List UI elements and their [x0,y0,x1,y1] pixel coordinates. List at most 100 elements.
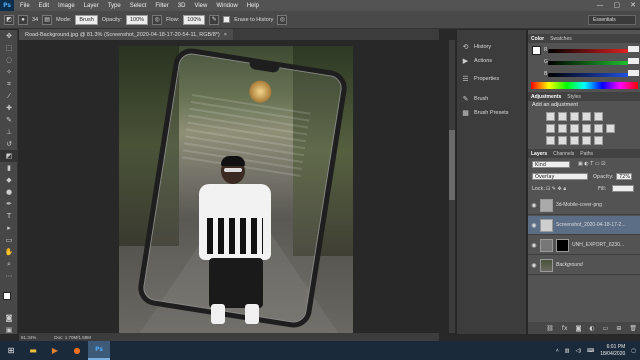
move-tool-icon[interactable]: ✥ [0,30,18,42]
brightness-contrast-icon[interactable] [546,112,555,121]
levels-icon[interactable] [558,112,567,121]
gradient-map-icon[interactable] [582,136,591,145]
layer-name[interactable]: UNH_EXPORT_6230... [572,242,624,248]
menu-filter[interactable]: Filter [155,3,168,9]
layer-filter-icons[interactable]: ▣ ◐ T ▭ ⊡ [578,161,605,167]
layer-row-mobile-cover[interactable]: ◉ 3d-Mobile-cover-png [528,196,640,215]
layer-name[interactable]: Screenshot_2020-04-18-17-2... [556,222,626,228]
color-balance-icon[interactable] [558,124,567,133]
clone-stamp-tool-icon[interactable]: ⊥ [0,126,18,138]
layer-name[interactable]: 3d-Mobile-cover-png [556,202,602,208]
properties-panel-button[interactable]: ☰ Properties [457,72,527,86]
pen-tool-icon[interactable]: ✒ [0,198,18,210]
brush-presets-panel-button[interactable]: ▦ Brush Presets [457,106,527,120]
brush-tool-icon[interactable]: ✎ [0,114,18,126]
clock[interactable]: 6:01 PM 18/04/2020 [600,344,625,358]
pressure-opacity-icon[interactable]: ◎ [152,14,163,25]
pressure-size-icon[interactable]: ◎ [277,14,288,25]
document-tab[interactable]: Road-Background.jpg @ 81.3% (Screenshot_… [19,29,233,40]
file-explorer-icon[interactable]: ▬ [22,341,44,360]
selective-color-icon[interactable] [594,136,603,145]
flow-input[interactable]: 100% [183,14,206,25]
threshold-icon[interactable] [570,136,579,145]
menu-image[interactable]: Image [58,3,75,9]
erase-to-history-checkbox[interactable] [223,16,231,23]
mode-select[interactable]: Brush [75,14,98,25]
curves-icon[interactable] [570,112,579,121]
brush-preset-picker-icon[interactable]: ● [18,14,28,25]
menu-3d[interactable]: 3D [178,3,186,9]
firefox-icon[interactable]: ● [66,341,88,360]
opacity-input[interactable]: 100% [125,14,149,25]
vibrance-icon[interactable] [594,112,603,121]
hue-saturation-icon[interactable] [546,124,555,133]
marquee-tool-icon[interactable]: ⬚ [0,42,18,54]
foreground-color-swatch[interactable] [3,292,11,300]
blue-channel-slider[interactable] [548,73,628,77]
dodge-tool-icon[interactable]: ● [0,186,18,198]
visibility-eye-icon[interactable]: ◉ [528,202,540,209]
notifications-icon[interactable]: ▢ [631,348,636,354]
gradient-tool-icon[interactable]: ▮ [0,162,18,174]
red-channel-value[interactable] [628,46,639,52]
layer-mask-thumbnail[interactable] [556,238,569,252]
layer-row-unh-export[interactable]: ◉ UNH_EXPORT_6230... [528,236,640,255]
type-tool-icon[interactable]: T [0,210,18,222]
maximize-icon[interactable]: ▢ [614,1,621,9]
tab-channels[interactable]: Channels [553,151,574,157]
new-group-icon[interactable]: ▭ [603,325,609,332]
menu-file[interactable]: File [20,3,30,9]
start-icon[interactable]: ⊞ [0,341,22,360]
zoom-tool-icon[interactable]: ⌕ [0,258,18,270]
brush-panel-button[interactable]: ✎ Brush [457,92,527,106]
path-selection-tool-icon[interactable]: ▸ [0,222,18,234]
blend-mode-select[interactable]: Overlay [532,173,588,180]
red-channel-slider[interactable] [548,49,628,53]
quick-mask-icon[interactable]: ◙ [0,312,18,324]
layer-row-screenshot[interactable]: ◉ Screenshot_2020-04-18-17-2... [528,216,640,235]
minimize-icon[interactable]: — [597,1,604,9]
tab-layers[interactable]: Layers [531,151,547,157]
eyedropper-tool-icon[interactable]: ⁄ [0,90,18,102]
menu-type[interactable]: Type [108,3,121,9]
menu-layer[interactable]: Layer [84,3,99,9]
channel-mixer-icon[interactable] [594,124,603,133]
document-info[interactable]: Doc: 1.70M/1.59M [54,335,91,340]
close-tab-icon[interactable]: × [224,32,227,38]
close-icon[interactable]: ✕ [630,1,636,9]
brush-panel-toggle-icon[interactable]: ▤ [42,14,53,25]
posterize-icon[interactable] [558,136,567,145]
exposure-icon[interactable] [582,112,591,121]
color-lookup-icon[interactable] [606,124,615,133]
color-spectrum-ramp[interactable] [531,82,638,89]
visibility-eye-icon[interactable]: ◉ [528,222,540,229]
layer-name[interactable]: Background [556,262,583,268]
shape-tool-icon[interactable]: ▭ [0,234,18,246]
menu-select[interactable]: Select [130,3,147,9]
invert-icon[interactable] [546,136,555,145]
lasso-tool-icon[interactable]: ◌ [0,54,18,66]
tab-adjustments[interactable]: Adjustments [531,94,561,100]
green-channel-slider[interactable] [548,61,628,65]
menu-window[interactable]: Window [216,3,237,9]
network-icon[interactable]: ▥ [565,348,570,354]
media-player-icon[interactable]: ▶ [44,341,66,360]
tab-swatches[interactable]: Swatches [550,36,572,42]
visibility-eye-icon[interactable]: ◉ [528,262,540,269]
green-channel-value[interactable] [628,58,639,64]
delete-layer-icon[interactable]: 🗑︎ [629,325,637,332]
layer-row-background[interactable]: ◉ Background [528,256,640,275]
airbrush-icon[interactable]: ✎ [209,14,220,25]
blur-tool-icon[interactable]: ◆ [0,174,18,186]
visibility-eye-icon[interactable]: ◉ [528,242,540,249]
link-layers-icon[interactable]: ⛓ [546,325,554,332]
tab-styles[interactable]: Styles [567,94,581,100]
menu-view[interactable]: View [194,3,207,9]
healing-brush-tool-icon[interactable]: ✚ [0,102,18,114]
eraser-tool-icon[interactable]: ◩ [0,150,18,162]
tray-chevron-icon[interactable]: ˄ [556,348,559,354]
hand-tool-icon[interactable]: ✋ [0,246,18,258]
screen-mode-icon[interactable]: ▣ [0,324,18,336]
new-layer-icon[interactable]: ⊞ [616,325,621,332]
black-white-icon[interactable] [570,124,579,133]
